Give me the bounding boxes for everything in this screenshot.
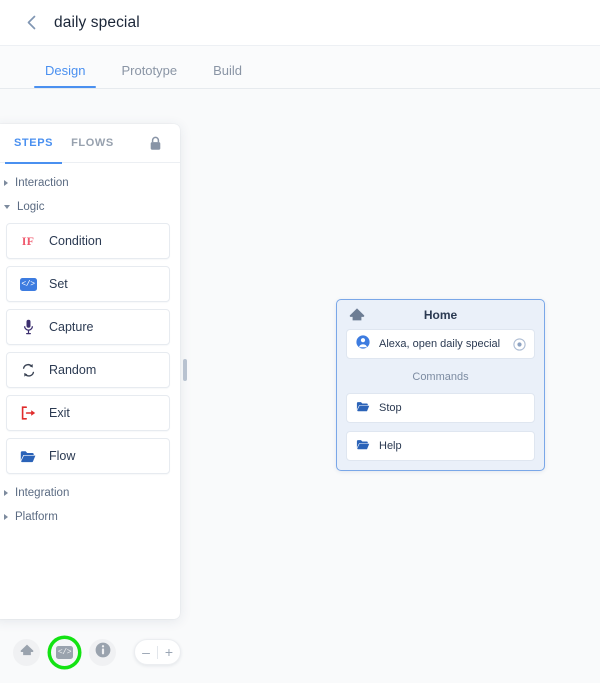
category-label: Platform: [15, 511, 58, 523]
flow-node-home[interactable]: Home Alexa, open daily special Commands: [336, 299, 545, 471]
tab-design[interactable]: Design: [27, 64, 103, 88]
steps-panel-tab-bar: STEPS FLOWS: [0, 124, 180, 164]
category-logic[interactable]: Logic: [0, 195, 180, 219]
connector-port-icon[interactable]: [513, 338, 526, 356]
node-intent-label: Alexa, open daily special: [379, 338, 501, 350]
folder-icon: [356, 437, 370, 455]
category-integration[interactable]: Integration: [0, 481, 180, 505]
chevron-right-icon: [4, 514, 8, 520]
home-icon: [349, 307, 365, 326]
if-icon: IF: [21, 233, 35, 248]
bottom-toolbar: </> – +: [0, 621, 600, 683]
page-title: daily special: [54, 13, 140, 31]
microphone-icon: [18, 319, 38, 335]
toolbar-home-button[interactable]: [13, 638, 40, 666]
lock-icon[interactable]: [149, 136, 162, 156]
category-label: Integration: [15, 487, 70, 499]
node-header: Home: [337, 300, 544, 329]
panel-scrollbar[interactable]: [183, 359, 187, 381]
step-label: Capture: [49, 320, 94, 334]
node-title: Home: [423, 307, 458, 322]
step-label: Flow: [49, 449, 76, 463]
shuffle-icon: [18, 363, 38, 378]
code-badge-icon: </>: [56, 645, 73, 659]
step-item-set[interactable]: </> Set: [6, 266, 170, 302]
toolbar-info-button[interactable]: [89, 638, 116, 666]
step-item-capture[interactable]: Capture: [6, 309, 170, 345]
home-icon: [20, 643, 34, 661]
folder-icon: [356, 399, 370, 417]
step-item-flow[interactable]: Flow: [6, 438, 170, 474]
top-bar: daily special: [0, 0, 600, 46]
tab-build[interactable]: Build: [195, 64, 260, 88]
chevron-left-icon: [27, 15, 35, 30]
step-item-random[interactable]: Random: [6, 352, 170, 388]
editor-canvas[interactable]: STEPS FLOWS Interaction Logic IF Conditi…: [0, 89, 600, 683]
step-label: Set: [49, 277, 68, 291]
folder-icon: [18, 450, 38, 463]
category-label: Logic: [17, 201, 45, 213]
zoom-controls: – +: [134, 639, 181, 665]
panel-tab-steps[interactable]: STEPS: [5, 124, 63, 164]
step-item-exit[interactable]: Exit: [6, 395, 170, 431]
step-label: Exit: [49, 406, 70, 420]
zoom-in-button[interactable]: +: [158, 640, 180, 664]
step-label: Condition: [49, 234, 102, 248]
node-command-help[interactable]: Help: [346, 431, 535, 461]
chevron-right-icon: [4, 180, 8, 186]
node-command-label: Help: [379, 440, 402, 452]
toolbar-variables-button[interactable]: </>: [51, 638, 78, 666]
tab-prototype[interactable]: Prototype: [103, 64, 195, 88]
panel-tab-flows[interactable]: FLOWS: [62, 124, 123, 163]
node-intent-row[interactable]: Alexa, open daily special: [346, 329, 535, 359]
main-tab-bar: Design Prototype Build: [0, 46, 600, 89]
step-item-condition[interactable]: IF Condition: [6, 223, 170, 259]
step-label: Random: [49, 363, 97, 377]
user-circle-icon: [356, 334, 370, 354]
step-list: IF Condition </> Set Capture Random Exit…: [0, 219, 180, 474]
steps-panel: STEPS FLOWS Interaction Logic IF Conditi…: [0, 124, 180, 619]
node-section-label: Commands: [412, 371, 469, 383]
code-badge-icon: </>: [19, 277, 37, 291]
category-interaction[interactable]: Interaction: [0, 171, 180, 195]
steps-panel-body: Interaction Logic IF Condition </> Set C…: [0, 163, 180, 529]
category-label: Interaction: [15, 177, 69, 189]
node-command-stop[interactable]: Stop: [346, 393, 535, 423]
exit-icon: [18, 406, 38, 420]
chevron-right-icon: [4, 490, 8, 496]
info-icon: [95, 642, 111, 663]
node-command-label: Stop: [379, 402, 402, 414]
back-button[interactable]: [14, 6, 48, 40]
chevron-down-icon: [4, 205, 10, 209]
category-platform[interactable]: Platform: [0, 505, 180, 529]
zoom-out-button[interactable]: –: [135, 640, 157, 664]
